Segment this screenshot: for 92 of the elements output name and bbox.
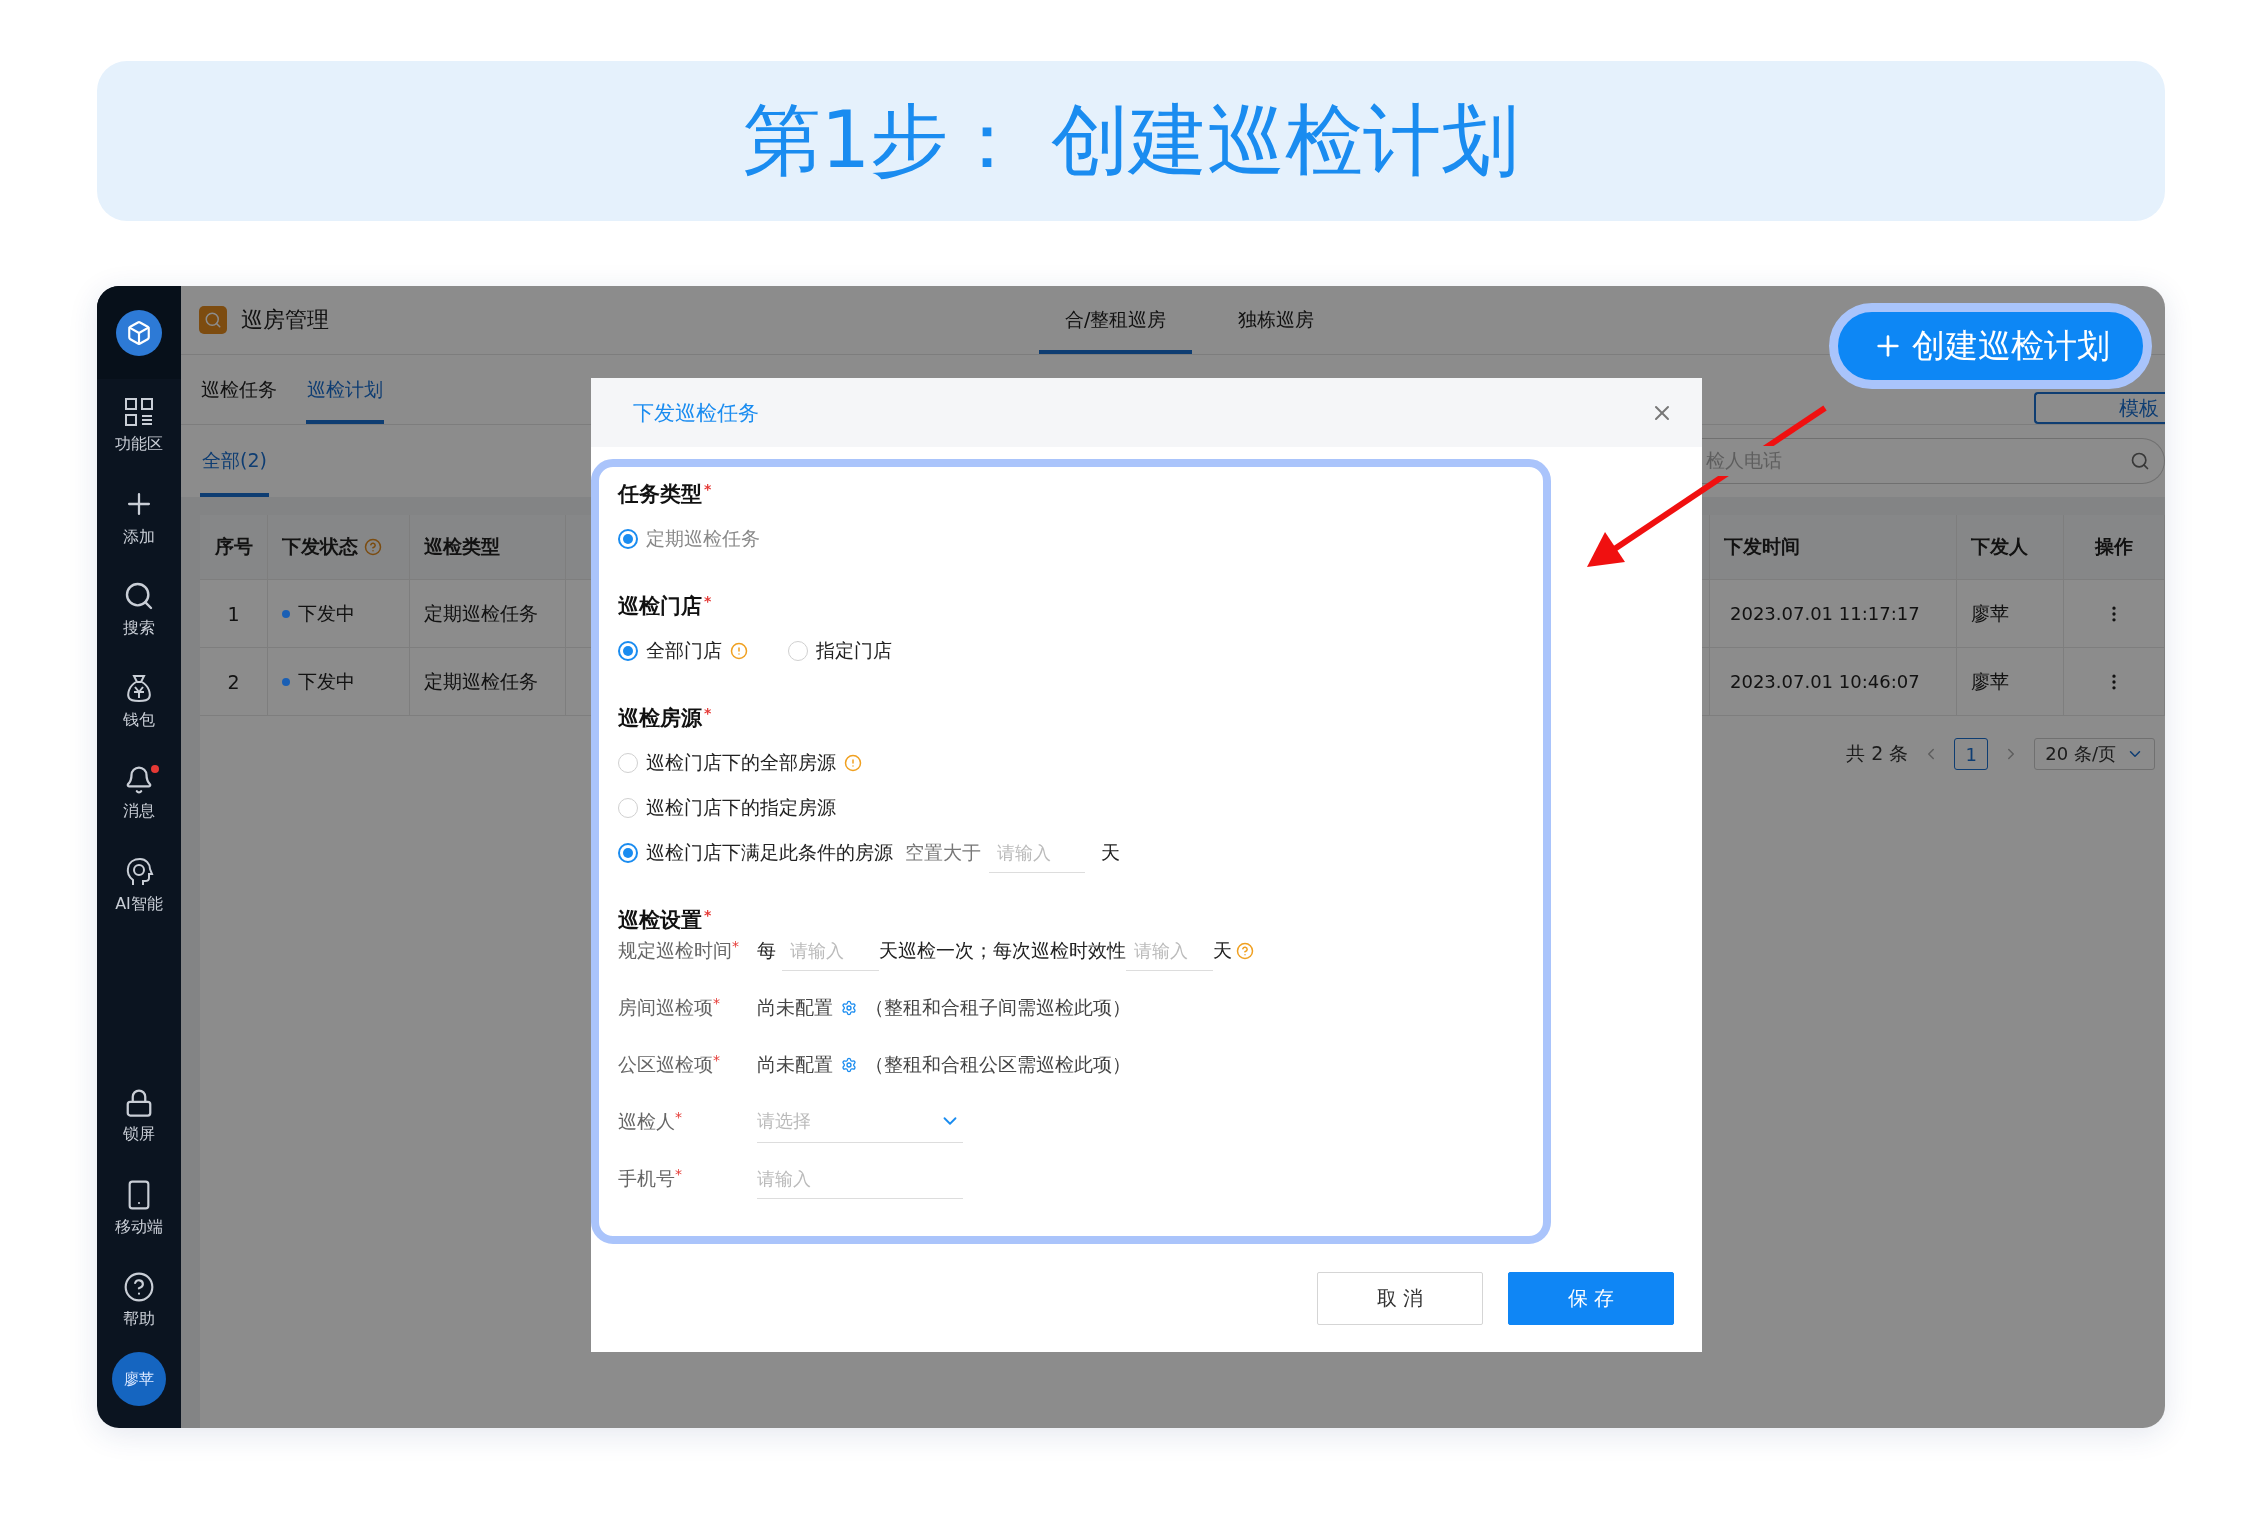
config-status: 尚未配置 bbox=[757, 994, 833, 1020]
config-status: 尚未配置 bbox=[757, 1051, 833, 1077]
required-mark: * bbox=[713, 1051, 720, 1068]
create-plan-callout[interactable]: 创建巡检计划 bbox=[1829, 303, 2152, 389]
help-icon bbox=[123, 1270, 155, 1303]
unit-label: 天 bbox=[1213, 937, 1232, 963]
save-button[interactable]: 保 存 bbox=[1508, 1271, 1674, 1325]
column-header: 巡检类型 bbox=[410, 515, 566, 580]
section-title: 巡检设置 bbox=[618, 906, 702, 934]
column-header: 下发时间 bbox=[1710, 515, 1957, 580]
app-logo-icon bbox=[199, 306, 227, 334]
cancel-button[interactable]: 取 消 bbox=[1317, 1271, 1483, 1325]
section-title: 巡检门店 bbox=[618, 592, 702, 620]
page-number[interactable]: 1 bbox=[1954, 738, 1989, 770]
option-label: 指定门店 bbox=[816, 637, 892, 663]
status-text: 下发中 bbox=[298, 668, 355, 694]
required-mark: * bbox=[704, 907, 712, 923]
grid-icon bbox=[123, 395, 155, 428]
required-mark: * bbox=[732, 937, 739, 954]
field-label: 公区巡检项 bbox=[618, 1051, 713, 1077]
table-cell: 2023.07.01 10:46:07 bbox=[1710, 648, 1957, 716]
required-mark: * bbox=[704, 593, 712, 609]
cube-logo-icon bbox=[116, 309, 162, 356]
required-mark: * bbox=[675, 1165, 682, 1182]
input-field[interactable]: 请输入 bbox=[757, 1158, 963, 1199]
sidebar-item[interactable]: 添加 bbox=[97, 471, 181, 563]
option-label: 全部门店 bbox=[646, 637, 722, 663]
table-cell: 定期巡检任务 bbox=[410, 580, 566, 648]
table-cell: 定期巡检任务 bbox=[410, 648, 566, 716]
table-cell: 廖苹 bbox=[1957, 648, 2064, 716]
banner-title: 第1步： 创建巡检计划 bbox=[742, 93, 1520, 187]
table-cell: 2023.07.01 11:17:17 bbox=[1710, 580, 1957, 648]
option-label: 巡检门店下的全部房源 bbox=[646, 749, 836, 775]
field-label: 房间巡检项 bbox=[618, 994, 713, 1020]
radio-button[interactable] bbox=[788, 640, 808, 661]
sidebar-item[interactable]: 帮助 bbox=[97, 1254, 181, 1346]
option-label: 巡检门店下的指定房源 bbox=[646, 794, 836, 820]
lock-icon bbox=[124, 1087, 154, 1118]
sub-tab[interactable]: 巡检任务 bbox=[200, 355, 278, 424]
field-label: 规定巡检时间 bbox=[618, 937, 732, 963]
template-button[interactable]: 模板 bbox=[2034, 392, 2165, 424]
field-label: 手机号 bbox=[618, 1165, 675, 1191]
column-header: 下发状态 bbox=[268, 515, 410, 580]
radio-button[interactable] bbox=[618, 752, 638, 773]
prefix-label: 每 bbox=[757, 937, 776, 963]
app-title: 巡房管理 bbox=[241, 306, 329, 334]
option-label: 巡检门店下满足此条件的房源 bbox=[646, 839, 893, 865]
column-header: 下发人 bbox=[1957, 515, 2064, 580]
input-field[interactable]: 请输入 bbox=[782, 930, 879, 971]
sidebar-item[interactable]: AI智能 bbox=[97, 839, 181, 931]
help-icon bbox=[1236, 941, 1254, 960]
table-cell: 1 bbox=[200, 580, 268, 648]
required-mark: * bbox=[713, 994, 720, 1011]
config-note: （整租和合租子间需巡检此项） bbox=[865, 994, 1131, 1020]
sidebar-item[interactable]: 移动端 bbox=[97, 1162, 181, 1254]
section-title: 巡检房源 bbox=[618, 704, 702, 732]
column-header: 序号 bbox=[200, 515, 268, 580]
bell-icon bbox=[124, 764, 154, 795]
option-label: 定期巡检任务 bbox=[646, 525, 760, 551]
input-field[interactable]: 请输入 bbox=[989, 832, 1085, 873]
sidebar-item[interactable]: 钱包 bbox=[97, 655, 181, 747]
radio-button[interactable] bbox=[618, 797, 638, 818]
column-header: 操作 bbox=[2064, 515, 2165, 580]
interval-label: 天巡检一次；每次巡检时效性 bbox=[879, 937, 1126, 963]
input-field[interactable]: 请输入 bbox=[1126, 930, 1213, 971]
sidebar-item[interactable]: 消息 bbox=[97, 747, 181, 839]
unit-label: 天 bbox=[1101, 839, 1120, 865]
page-size-select[interactable]: 20 条/页 bbox=[2034, 738, 2155, 770]
required-mark: * bbox=[704, 481, 712, 497]
config-note: （整租和合租公区需巡检此项） bbox=[865, 1051, 1131, 1077]
dialog-title: 下发巡检任务 bbox=[633, 399, 759, 427]
section-title: 任务类型 bbox=[618, 480, 702, 508]
total-count: 共 2 条 bbox=[1846, 741, 1909, 766]
search-icon bbox=[2130, 451, 2150, 471]
status-text: 下发中 bbox=[298, 600, 355, 626]
help-icon bbox=[364, 538, 382, 556]
sidebar-item[interactable]: 搜索 bbox=[97, 563, 181, 655]
condition-label: 空置大于 bbox=[905, 839, 981, 865]
sidebar-item[interactable]: 功能区 bbox=[97, 379, 181, 471]
user-avatar[interactable]: 廖苹 bbox=[112, 1352, 166, 1406]
table-cell: 廖苹 bbox=[1957, 580, 2064, 648]
settings-icon[interactable] bbox=[841, 999, 857, 1016]
radio-button[interactable] bbox=[618, 842, 638, 863]
table-cell: 2 bbox=[200, 648, 268, 716]
required-mark: * bbox=[704, 705, 712, 721]
field-label: 巡检人 bbox=[618, 1108, 675, 1134]
settings-icon[interactable] bbox=[841, 1056, 857, 1073]
sidebar-item[interactable]: 锁屏 bbox=[97, 1070, 181, 1162]
top-tab[interactable]: 独栋巡房 bbox=[1212, 286, 1341, 354]
radio-button[interactable] bbox=[618, 640, 638, 661]
filter-tab[interactable]: 全部(2) bbox=[200, 425, 269, 497]
required-mark: * bbox=[675, 1108, 682, 1125]
